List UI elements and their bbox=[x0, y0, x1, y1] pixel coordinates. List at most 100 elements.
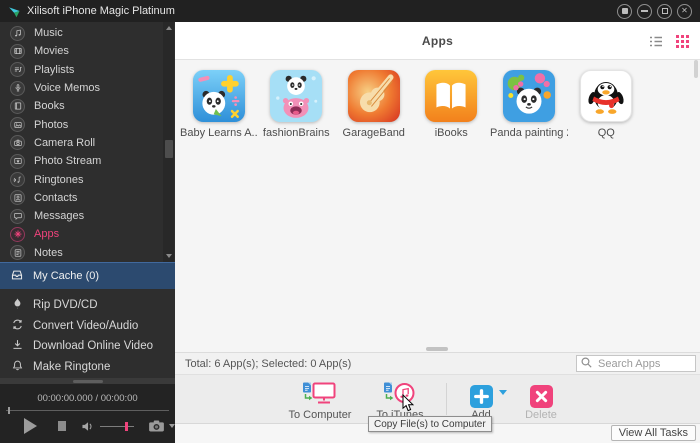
sidebar-item-contacts[interactable]: Contacts bbox=[0, 189, 175, 207]
books-icon bbox=[10, 99, 25, 114]
camera-icon bbox=[148, 420, 165, 432]
snapshot-button[interactable] bbox=[148, 420, 175, 432]
panda-painting-app-icon bbox=[490, 70, 568, 122]
bell-icon bbox=[11, 359, 24, 375]
seek-bar[interactable] bbox=[6, 410, 169, 411]
play-icon[interactable] bbox=[24, 418, 37, 434]
music-icon bbox=[10, 26, 25, 41]
voice-memos-icon bbox=[10, 81, 25, 96]
app-item-label: QQ bbox=[568, 127, 646, 139]
sidebar-item-photo-stream[interactable]: Photo Stream bbox=[0, 152, 175, 170]
sidebar-item-messages[interactable]: Messages bbox=[0, 207, 175, 225]
sidebar-item-label: Photos bbox=[34, 119, 68, 131]
search-input[interactable] bbox=[596, 357, 691, 371]
sidebar-item-label: Photo Stream bbox=[34, 155, 101, 167]
maximize-icon[interactable] bbox=[657, 4, 672, 19]
minimize-icon[interactable] bbox=[637, 4, 652, 19]
sidebar-item-label: Apps bbox=[34, 228, 59, 240]
qq-app-icon bbox=[568, 70, 646, 122]
main-panel: Apps Baby Learns A...fashionBrainsGarage… bbox=[175, 22, 700, 443]
cache-icon bbox=[10, 268, 24, 285]
contacts-icon bbox=[10, 190, 25, 205]
sidebar-item-my-cache[interactable]: My Cache (0) bbox=[0, 262, 175, 289]
stop-icon[interactable] bbox=[58, 421, 66, 431]
sidebar-item-download-online-video[interactable]: Download Online Video bbox=[0, 336, 175, 357]
volume-handle[interactable] bbox=[125, 422, 128, 431]
tools-list: Rip DVD/CD Convert Video/Audio Download On… bbox=[0, 289, 175, 378]
window-title: Xilisoft iPhone Magic Platinum bbox=[27, 5, 175, 17]
scroll-down-icon[interactable] bbox=[166, 254, 172, 258]
add-button[interactable]: Add bbox=[461, 380, 501, 421]
view-all-tasks-button[interactable]: View All Tasks bbox=[611, 425, 696, 441]
sidebar-item-camera-roll[interactable]: Camera Roll bbox=[0, 134, 175, 152]
sidebar-item-books[interactable]: Books bbox=[0, 97, 175, 115]
search-icon bbox=[581, 357, 592, 371]
close-icon[interactable]: ✕ bbox=[677, 4, 692, 19]
to-computer-button[interactable]: To Computer bbox=[285, 380, 355, 421]
skin-button-icon[interactable] bbox=[617, 4, 632, 19]
sidebar-item-make-ringtone[interactable]: Make Ringtone bbox=[0, 357, 175, 378]
app-item-baby-learns-a[interactable]: Baby Learns A... bbox=[180, 70, 258, 139]
sidebar-item-ringtones[interactable]: Ringtones bbox=[0, 170, 175, 188]
delete-icon bbox=[519, 380, 563, 408]
sidebar-item-label: Notes bbox=[34, 247, 63, 259]
ringtones-icon bbox=[10, 172, 25, 187]
sidebar-item-notes[interactable]: Notes bbox=[0, 244, 175, 262]
app-window: Xilisoft iPhone Magic Platinum ✕ Music Mo… bbox=[0, 0, 700, 443]
sidebar-item-label: Rip DVD/CD bbox=[33, 299, 98, 311]
sidebar-item-movies[interactable]: Movies bbox=[0, 42, 175, 60]
playlists-icon bbox=[10, 62, 25, 77]
sidebar-item-apps[interactable]: Apps bbox=[0, 225, 175, 243]
app-item-qq[interactable]: QQ bbox=[568, 70, 646, 139]
sidebar-item-label: Convert Video/Audio bbox=[33, 320, 138, 332]
xilisoft-logo bbox=[8, 5, 21, 18]
apps-content: Baby Learns A...fashionBrainsGarageBandi… bbox=[175, 60, 700, 352]
sidebar-item-voice-memos[interactable]: Voice Memos bbox=[0, 79, 175, 97]
sidebar-scrollbar[interactable] bbox=[163, 22, 174, 262]
rip-icon bbox=[11, 297, 24, 313]
notes-icon bbox=[10, 245, 25, 260]
app-item-fashionbrains[interactable]: fashionBrains bbox=[258, 70, 336, 139]
titlebar: Xilisoft iPhone Magic Platinum ✕ bbox=[0, 0, 700, 22]
photos-icon bbox=[10, 117, 25, 132]
sidebar-item-label: Camera Roll bbox=[34, 137, 95, 149]
volume-icon[interactable] bbox=[81, 421, 94, 432]
sidebar-item-playlists[interactable]: Playlists bbox=[0, 61, 175, 79]
sidebar-item-music[interactable]: Music bbox=[0, 24, 175, 42]
sidebar-item-label: Messages bbox=[34, 210, 84, 222]
search-box[interactable] bbox=[576, 355, 696, 372]
fashionbrains-app-icon bbox=[258, 70, 336, 122]
seek-handle[interactable] bbox=[8, 407, 10, 414]
volume-slider[interactable] bbox=[100, 426, 134, 427]
scrollbar-thumb[interactable] bbox=[165, 140, 173, 158]
sidebar-item-label: Movies bbox=[34, 45, 69, 57]
vertical-scrollbar-thumb[interactable] bbox=[694, 60, 698, 78]
to-itunes-button[interactable]: To iTunes bbox=[370, 380, 430, 421]
app-item-label: fashionBrains bbox=[258, 127, 336, 139]
sidebar-item-rip-dvd-cd[interactable]: Rip DVD/CD bbox=[0, 295, 175, 316]
app-item-ibooks[interactable]: iBooks bbox=[413, 70, 491, 139]
sidebar-item-label: Ringtones bbox=[34, 174, 84, 186]
sidebar-item-label: Download Online Video bbox=[33, 340, 153, 352]
sidebar-item-label: Contacts bbox=[34, 192, 77, 204]
delete-button[interactable]: Delete bbox=[519, 380, 563, 421]
sidebar-item-photos[interactable]: Photos bbox=[0, 115, 175, 133]
divider-handle[interactable] bbox=[73, 380, 103, 383]
sidebar-item-convert-video-audio[interactable]: Convert Video/Audio bbox=[0, 316, 175, 337]
sidebar-item-label: Music bbox=[34, 27, 63, 39]
app-item-panda-painting-2[interactable]: Panda painting 2 bbox=[490, 70, 568, 139]
toolbar-separator bbox=[446, 383, 447, 415]
app-item-garageband[interactable]: GarageBand bbox=[335, 70, 413, 139]
messages-icon bbox=[10, 209, 25, 224]
list-view-icon[interactable] bbox=[649, 36, 663, 47]
sidebar-item-label: Make Ringtone bbox=[33, 361, 110, 373]
scroll-up-icon[interactable] bbox=[166, 26, 172, 30]
app-item-label: Baby Learns A... bbox=[180, 127, 258, 139]
status-bar: Total: 6 App(s); Selected: 0 App(s) bbox=[175, 352, 700, 374]
main-header: Apps bbox=[175, 22, 700, 60]
status-summary: Total: 6 App(s); Selected: 0 App(s) bbox=[185, 358, 351, 370]
add-dropdown-caret-icon[interactable] bbox=[499, 390, 507, 395]
grid-view-icon[interactable] bbox=[676, 35, 689, 48]
horizontal-scrollbar-thumb[interactable] bbox=[426, 347, 448, 351]
sidebar-item-label: Books bbox=[34, 100, 65, 112]
